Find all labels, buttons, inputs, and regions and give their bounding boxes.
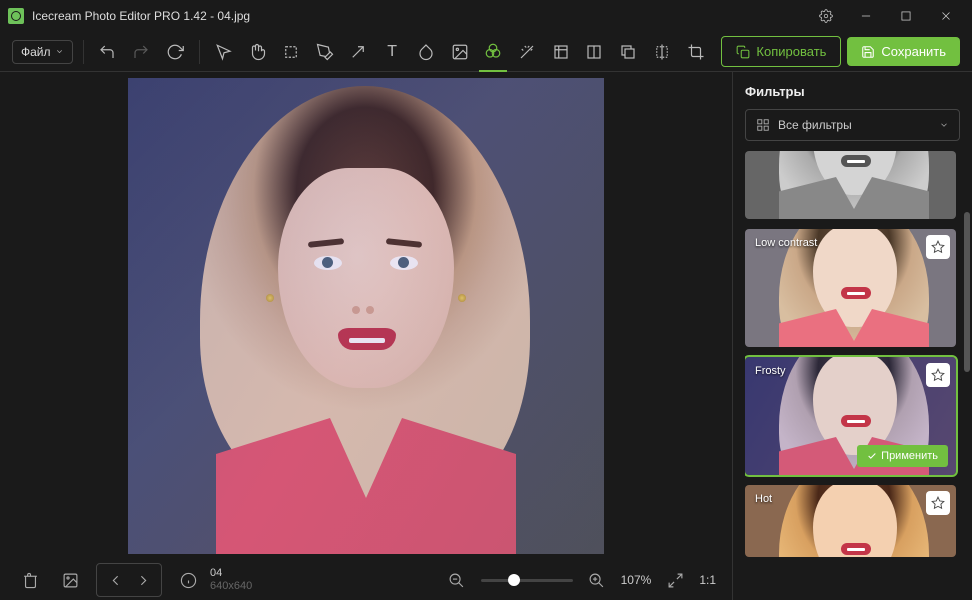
favorite-button[interactable]: [926, 235, 950, 259]
app-icon: [8, 8, 24, 24]
filters-sidebar: Фильтры Все фильтры Low contrast: [732, 72, 972, 600]
titlebar: Icecream Photo Editor PRO 1.42 - 04.jpg: [0, 0, 972, 32]
close-button[interactable]: [928, 2, 964, 30]
copy-button[interactable]: Копировать: [721, 36, 841, 67]
image-dimensions: 640x640: [210, 580, 252, 593]
filter-label: Low contrast: [755, 237, 817, 249]
brush-tool[interactable]: [311, 32, 339, 72]
filter-label: Hot: [755, 493, 772, 505]
filter-card-low-contrast[interactable]: Low contrast: [745, 229, 956, 347]
ratio-label[interactable]: 1:1: [699, 573, 716, 587]
toolbar: Файл T Копировать Сохранить: [0, 32, 972, 72]
window-title: Icecream Photo Editor PRO 1.42 - 04.jpg: [32, 9, 800, 23]
hand-tool[interactable]: [243, 32, 271, 72]
rotate-button[interactable]: [161, 32, 189, 72]
duplicate-tool[interactable]: [614, 32, 642, 72]
zoom-out-button[interactable]: [443, 566, 471, 594]
marquee-tool[interactable]: [277, 32, 305, 72]
redo-button[interactable]: [127, 32, 155, 72]
filter-label: Frosty: [755, 365, 786, 377]
file-menu[interactable]: Файл: [12, 40, 73, 64]
image-canvas[interactable]: [128, 78, 604, 554]
filter-category-select[interactable]: Все фильтры: [745, 109, 960, 141]
magic-tool[interactable]: [513, 32, 541, 72]
settings-icon[interactable]: [808, 2, 844, 30]
crop-tool[interactable]: [682, 32, 710, 72]
resize-tool[interactable]: [547, 32, 575, 72]
minimize-button[interactable]: [848, 2, 884, 30]
image-tool[interactable]: [446, 32, 474, 72]
scrollbar-thumb[interactable]: [964, 212, 970, 372]
next-button[interactable]: [129, 566, 157, 594]
delete-button[interactable]: [16, 566, 44, 594]
filter-card-unnamed[interactable]: [745, 151, 956, 219]
undo-button[interactable]: [94, 32, 122, 72]
bottombar: 04 640x640 107% 1:1: [0, 560, 732, 600]
blur-tool[interactable]: [412, 32, 440, 72]
zoom-slider[interactable]: [481, 579, 573, 582]
grid-tool[interactable]: [581, 32, 609, 72]
save-button[interactable]: Сохранить: [847, 37, 960, 66]
filter-card-hot[interactable]: Hot: [745, 485, 956, 557]
prev-button[interactable]: [101, 566, 129, 594]
info-icon: [174, 566, 202, 594]
arrow-tool[interactable]: [345, 32, 373, 72]
sidebar-title: Фильтры: [745, 84, 960, 99]
image-name: 04: [210, 567, 252, 580]
flip-tool[interactable]: [648, 32, 676, 72]
zoom-in-button[interactable]: [583, 566, 611, 594]
gallery-button[interactable]: [56, 566, 84, 594]
text-tool[interactable]: T: [378, 32, 406, 72]
apply-filter-button[interactable]: Применить: [857, 445, 948, 467]
fullscreen-button[interactable]: [661, 566, 689, 594]
filter-card-frosty[interactable]: Frosty Применить: [745, 357, 956, 475]
zoom-percent: 107%: [621, 573, 652, 587]
maximize-button[interactable]: [888, 2, 924, 30]
favorite-button[interactable]: [926, 491, 950, 515]
filters-tool[interactable]: [479, 32, 507, 72]
favorite-button[interactable]: [926, 363, 950, 387]
canvas-area: 04 640x640 107% 1:1: [0, 72, 732, 600]
pointer-tool[interactable]: [210, 32, 238, 72]
filter-list: Low contrast Frosty Применить Hot: [745, 151, 960, 557]
